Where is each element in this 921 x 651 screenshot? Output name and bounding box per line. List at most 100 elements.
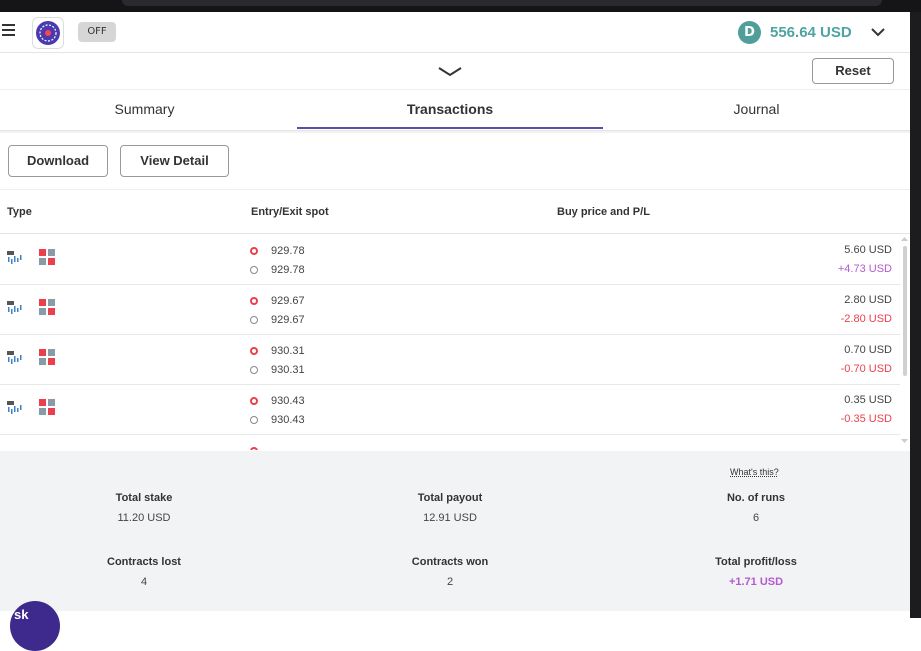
stat-label: Total profit/loss <box>715 556 797 568</box>
buy-price: 5.60 USD <box>844 244 892 256</box>
exit-spot-value: 929.78 <box>271 263 305 276</box>
entry-spot-value: 930.31 <box>271 344 305 357</box>
stat-label: Total stake <box>115 492 173 504</box>
address-bar[interactable] <box>122 0 882 6</box>
buy-price-and-pl: 0.35 USD -0.35 USD <box>841 391 892 429</box>
stat-value: 6 <box>752 512 760 524</box>
buy-price-and-pl: 2.80 USD -2.80 USD <box>841 291 892 329</box>
table-row[interactable] <box>0 434 900 450</box>
column-header-type: Type <box>7 206 32 218</box>
chat-label: sk <box>14 607 29 622</box>
total-payout-stat: Total payout 12.91 USD <box>300 492 600 524</box>
buy-price: 0.70 USD <box>844 344 892 356</box>
transaction-actions: Download View Detail <box>0 133 910 190</box>
scrollbar-thumb[interactable] <box>903 246 907 376</box>
entry-exit-spot: 930.43 930.43 <box>250 391 305 429</box>
contract-type <box>7 299 56 316</box>
scroll-up-icon[interactable] <box>900 236 909 242</box>
stat-label: Total payout <box>417 492 483 504</box>
tab-summary[interactable]: Summary <box>0 90 289 128</box>
contract-type <box>7 399 56 416</box>
bot-logo-icon <box>36 21 60 45</box>
view-detail-button[interactable]: View Detail <box>120 145 229 177</box>
entry-spot-icon <box>250 446 258 450</box>
table-row[interactable]: 929.78 929.78 5.60 USD +4.73 USD <box>0 234 900 285</box>
contracts-won-stat: Contracts won 2 <box>300 556 600 588</box>
exit-spot-icon <box>250 415 258 424</box>
exit-spot-icon <box>250 315 258 324</box>
profit-loss: +4.73 USD <box>837 263 892 275</box>
entry-exit-spot: 929.78 929.78 <box>250 241 305 279</box>
browser-top-strip <box>0 0 921 12</box>
entry-spot-value: 929.67 <box>271 294 305 307</box>
download-button[interactable]: Download <box>8 145 108 177</box>
entry-spot-icon <box>250 296 258 305</box>
entry-spot-value: 930.43 <box>271 394 305 407</box>
collapse-chevron-icon[interactable] <box>437 65 463 77</box>
digit-contract-icon <box>39 349 55 365</box>
stat-value: 12.91 USD <box>423 512 477 524</box>
entry-spot-icon <box>250 396 258 405</box>
profit-loss: -0.35 USD <box>840 413 892 425</box>
tick-chart-icon <box>7 350 22 364</box>
column-header-pl: Buy price and P/L <box>557 206 650 218</box>
buy-price: 2.80 USD <box>844 294 892 306</box>
runs-stat: No. of runs 6 <box>606 492 906 524</box>
profit-loss: -2.80 USD <box>840 313 892 325</box>
digit-contract-icon <box>39 399 55 415</box>
bot-status-badge[interactable]: OFF <box>78 22 116 42</box>
total-profit-loss-stat: Total profit/loss +1.71 USD <box>606 556 906 588</box>
table-row[interactable]: 930.43 930.43 0.35 USD -0.35 USD <box>0 384 900 435</box>
hamburger-menu-icon[interactable] <box>2 24 15 36</box>
entry-exit-spot: 930.31 930.31 <box>250 341 305 379</box>
exit-spot-value: 930.43 <box>271 413 305 426</box>
entry-spot-icon <box>250 346 258 355</box>
table-header: Type Entry/Exit spot Buy price and P/L <box>0 190 910 234</box>
buy-price-and-pl: 5.60 USD +4.73 USD <box>838 241 892 279</box>
transactions-table: 929.78 929.78 5.60 USD +4.73 USD 929.67 … <box>0 234 910 450</box>
stat-value: 4 <box>140 576 148 588</box>
entry-spot-value: 929.78 <box>271 244 305 257</box>
tab-bar: Summary Transactions Journal <box>0 89 910 131</box>
column-header-spot: Entry/Exit spot <box>251 206 329 218</box>
stat-label: Contracts lost <box>107 556 181 568</box>
contracts-lost-stat: Contracts lost 4 <box>0 556 294 588</box>
balance-amount: 556.64 USD <box>770 23 852 41</box>
digit-contract-icon <box>39 249 55 265</box>
currency-icon: D <box>738 20 761 44</box>
bot-icon[interactable] <box>32 17 64 49</box>
chevron-down-icon[interactable] <box>870 24 886 40</box>
stat-value: 11.20 USD <box>117 512 171 524</box>
tab-transactions[interactable]: Transactions <box>297 90 603 128</box>
exit-spot-icon <box>250 265 258 274</box>
contract-type <box>7 249 56 266</box>
window-edge <box>910 12 921 618</box>
account-balance[interactable]: D 556.64 USD <box>738 19 886 45</box>
run-summary-panel: What's this? Total stake 11.20 USD Total… <box>0 451 910 611</box>
stat-value: +1.71 USD <box>728 576 784 588</box>
tick-chart-icon <box>7 300 22 314</box>
app-header: OFF D 556.64 USD <box>0 12 910 53</box>
stat-value: 2 <box>446 576 454 588</box>
tick-chart-icon <box>7 400 22 414</box>
stat-label: Contracts won <box>411 556 489 568</box>
contract-type <box>7 349 56 366</box>
table-scrollbar[interactable] <box>900 236 909 444</box>
profit-loss: -0.70 USD <box>840 363 892 375</box>
whats-this-link[interactable]: What's this? <box>730 467 779 477</box>
entry-exit-spot: 929.67 929.67 <box>250 291 305 329</box>
buy-price: 0.35 USD <box>844 394 892 406</box>
entry-exit-spot <box>250 441 271 450</box>
exit-spot-value: 930.31 <box>271 363 305 376</box>
table-row[interactable]: 930.31 930.31 0.70 USD -0.70 USD <box>0 334 900 385</box>
scroll-down-icon[interactable] <box>900 438 909 444</box>
tick-chart-icon <box>7 250 22 264</box>
reset-button[interactable]: Reset <box>812 58 894 84</box>
table-row[interactable]: 929.67 929.67 2.80 USD -2.80 USD <box>0 284 900 335</box>
chat-launcher-button[interactable]: sk <box>10 601 60 651</box>
tab-journal[interactable]: Journal <box>603 90 910 128</box>
panel-toolbar: Reset <box>0 53 910 89</box>
active-tab-indicator <box>297 127 603 129</box>
exit-spot-value: 929.67 <box>271 313 305 326</box>
entry-spot-icon <box>250 246 258 255</box>
